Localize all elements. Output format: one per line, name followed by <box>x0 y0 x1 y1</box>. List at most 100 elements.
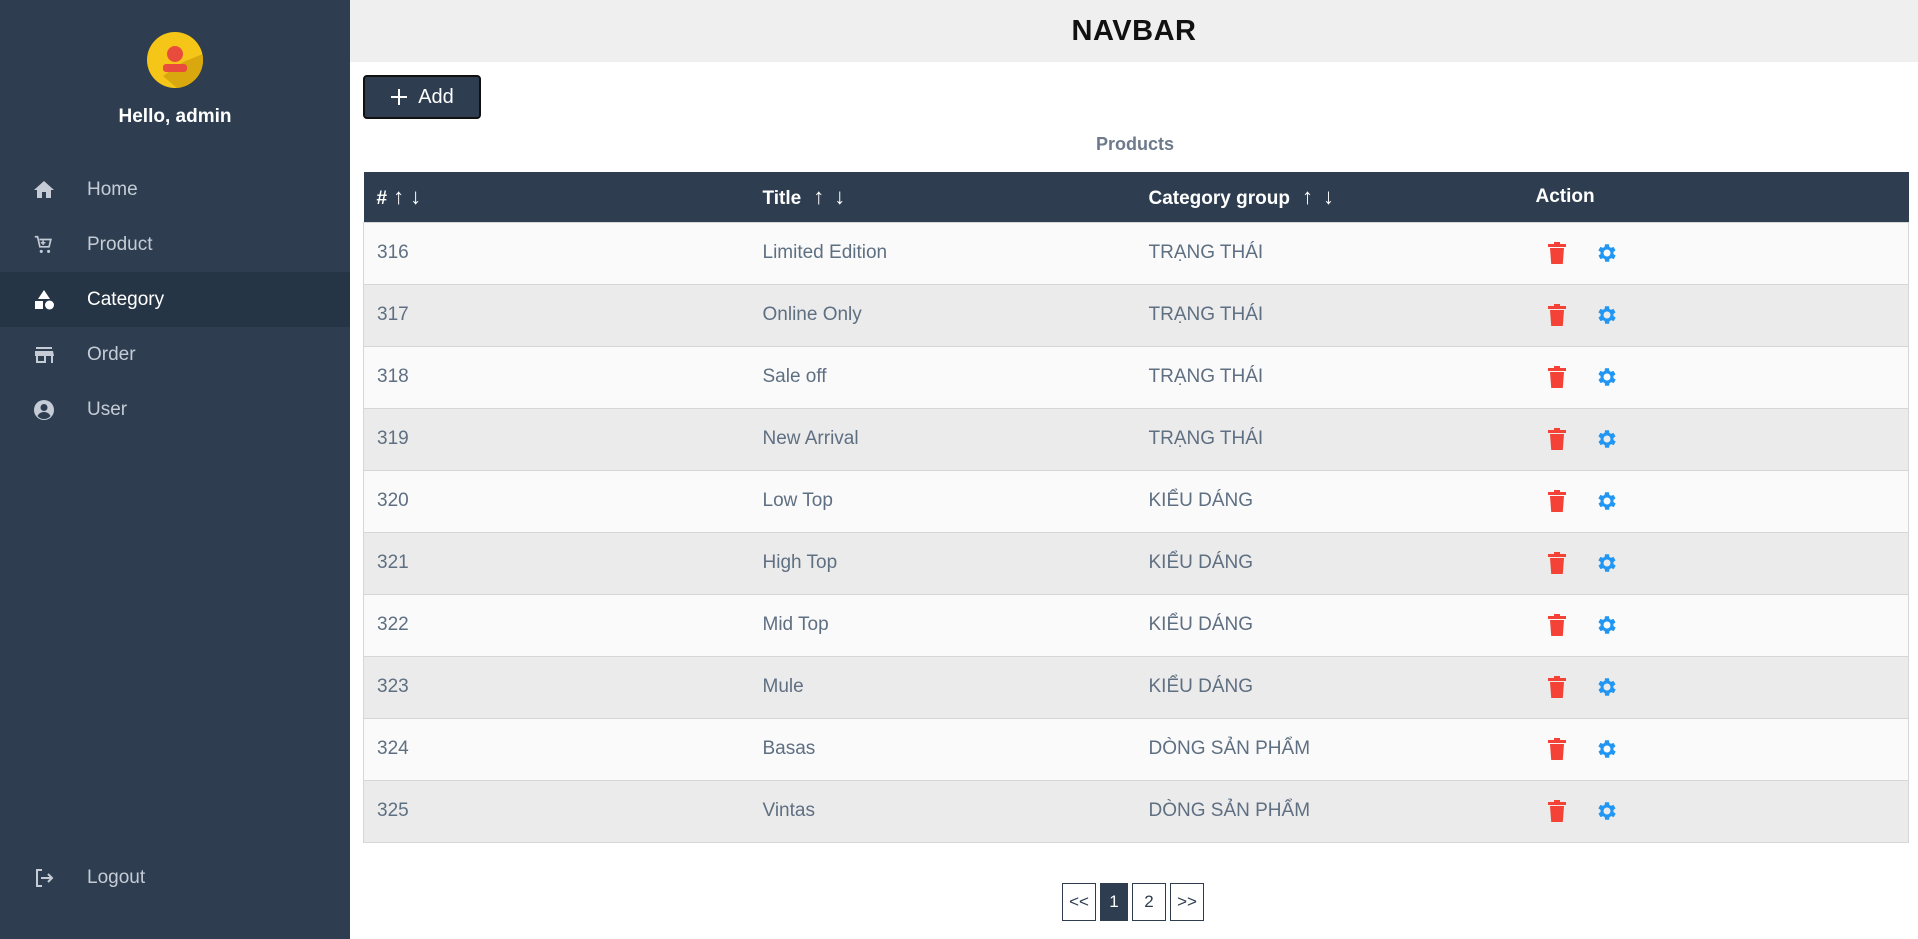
delete-icon[interactable] <box>1544 302 1570 328</box>
table-row: 319 New Arrival TRẠNG THÁI <box>363 407 1909 470</box>
cell-actions <box>1522 407 1909 470</box>
page-button-1[interactable]: 1 <box>1100 883 1128 921</box>
table-row: 321 High Top KIỂU DÁNG <box>363 531 1909 594</box>
cell-actions <box>1522 469 1909 532</box>
sidebar-item-user[interactable]: User <box>0 382 350 437</box>
add-button-label: Add <box>418 85 454 108</box>
user-avatar-icon <box>163 46 203 88</box>
cell-title: Online Only <box>749 283 1136 346</box>
settings-gear-icon[interactable] <box>1594 302 1620 328</box>
cell-actions <box>1522 531 1909 594</box>
delete-icon[interactable] <box>1544 426 1570 452</box>
column-header-label: Title <box>762 187 802 209</box>
cell-title: Basas <box>749 717 1136 780</box>
column-header-title: Title ↑ ↓ <box>750 172 1136 222</box>
logout-button[interactable]: Logout <box>0 850 350 905</box>
logout-icon <box>30 864 58 892</box>
sidebar-item-label: Home <box>87 178 138 200</box>
cell-title: Low Top <box>749 469 1136 532</box>
sort-asc-button[interactable]: ↑ <box>813 184 824 209</box>
cell-id: 319 <box>363 407 750 470</box>
cell-title: Sale off <box>749 345 1136 408</box>
pagination: << 1 2 >> <box>1062 883 1204 921</box>
cell-id: 325 <box>363 779 750 842</box>
table-header-row: # ↑ ↓ Title ↑ ↓ Category group ↑ ↓ Action <box>363 172 1909 222</box>
column-header-label: # <box>376 187 388 209</box>
settings-gear-icon[interactable] <box>1594 736 1620 762</box>
column-header-action: Action <box>1523 172 1909 222</box>
sort-asc-button[interactable]: ↑ <box>1302 184 1313 209</box>
sidebar-item-label: User <box>87 398 128 420</box>
delete-icon[interactable] <box>1544 674 1570 700</box>
sort-desc-button[interactable]: ↓ <box>410 184 421 209</box>
sidebar: Hello, admin Home Product Category Order <box>0 0 350 939</box>
delete-icon[interactable] <box>1544 240 1570 266</box>
store-icon <box>30 341 58 369</box>
sort-desc-button[interactable]: ↓ <box>1323 184 1334 209</box>
cell-id: 318 <box>363 345 750 408</box>
column-header-category-group: Category group ↑ ↓ <box>1136 172 1523 222</box>
cell-actions <box>1522 221 1909 284</box>
delete-icon[interactable] <box>1544 736 1570 762</box>
products-table: # ↑ ↓ Title ↑ ↓ Category group ↑ ↓ Action 316 … <box>363 172 1909 843</box>
table-row: 325 Vintas DÒNG SẢN PHẨM <box>363 779 1909 842</box>
sidebar-item-label: Product <box>87 233 153 255</box>
cell-category-group: DÒNG SẢN PHẨM <box>1135 779 1523 842</box>
cell-id: 324 <box>363 717 750 780</box>
cell-id: 320 <box>363 469 750 532</box>
user-circle-icon <box>30 396 58 424</box>
cell-category-group: KIỂU DÁNG <box>1135 469 1523 532</box>
delete-icon[interactable] <box>1544 612 1570 638</box>
cell-actions <box>1522 283 1909 346</box>
cell-category-group: TRẠNG THÁI <box>1135 407 1523 470</box>
table-row: 318 Sale off TRẠNG THÁI <box>363 345 1909 408</box>
settings-gear-icon[interactable] <box>1594 488 1620 514</box>
sidebar-nav: Home Product Category Order User <box>0 162 350 437</box>
sidebar-item-product[interactable]: Product <box>0 217 350 272</box>
cell-actions <box>1522 779 1909 842</box>
sidebar-item-category[interactable]: Category <box>0 272 350 327</box>
sidebar-item-home[interactable]: Home <box>0 162 350 217</box>
page-button-2[interactable]: 2 <box>1132 883 1166 921</box>
settings-gear-icon[interactable] <box>1594 798 1620 824</box>
cell-id: 323 <box>363 655 750 718</box>
sidebar-item-label: Order <box>87 343 136 365</box>
cell-actions <box>1522 593 1909 656</box>
cell-actions <box>1522 655 1909 718</box>
next-page-button[interactable]: >> <box>1170 883 1204 921</box>
cell-category-group: KIỂU DÁNG <box>1135 655 1523 718</box>
add-button[interactable]: Add <box>363 75 481 119</box>
table-row: 324 Basas DÒNG SẢN PHẨM <box>363 717 1909 780</box>
settings-gear-icon[interactable] <box>1594 550 1620 576</box>
cell-category-group: DÒNG SẢN PHẨM <box>1135 717 1523 780</box>
delete-icon[interactable] <box>1544 550 1570 576</box>
table-row: 316 Limited Edition TRẠNG THÁI <box>363 221 1909 284</box>
delete-icon[interactable] <box>1544 488 1570 514</box>
settings-gear-icon[interactable] <box>1594 674 1620 700</box>
settings-gear-icon[interactable] <box>1594 240 1620 266</box>
cell-category-group: KIỂU DÁNG <box>1135 531 1523 594</box>
table-row: 323 Mule KIỂU DÁNG <box>363 655 1909 718</box>
cart-icon <box>30 231 58 259</box>
sidebar-item-order[interactable]: Order <box>0 327 350 382</box>
column-header-id: # ↑ ↓ <box>364 172 750 222</box>
page-title: NAVBAR <box>1071 14 1197 47</box>
cell-title: High Top <box>749 531 1136 594</box>
cell-category-group: KIỂU DÁNG <box>1135 593 1523 656</box>
settings-gear-icon[interactable] <box>1594 426 1620 452</box>
cell-category-group: TRẠNG THÁI <box>1135 345 1523 408</box>
cell-category-group: TRẠNG THÁI <box>1135 283 1523 346</box>
delete-icon[interactable] <box>1544 798 1570 824</box>
column-header-label: Action <box>1535 185 1595 207</box>
settings-gear-icon[interactable] <box>1594 364 1620 390</box>
prev-page-button[interactable]: << <box>1062 883 1096 921</box>
table-row: 322 Mid Top KIỂU DÁNG <box>363 593 1909 656</box>
cell-title: Mule <box>749 655 1136 718</box>
sort-desc-button[interactable]: ↓ <box>834 184 845 209</box>
cell-title: Limited Edition <box>749 221 1136 284</box>
home-icon <box>30 176 58 204</box>
table-caption: Products <box>1095 134 1174 154</box>
settings-gear-icon[interactable] <box>1594 612 1620 638</box>
delete-icon[interactable] <box>1544 364 1570 390</box>
sort-asc-button[interactable]: ↑ <box>393 184 404 209</box>
